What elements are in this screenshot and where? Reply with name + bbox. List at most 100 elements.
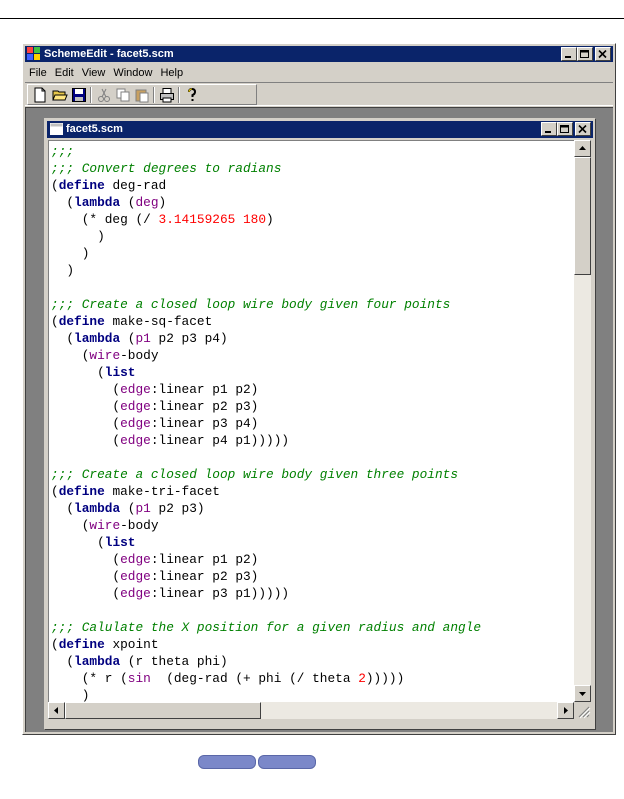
- code-token: ;;;: [51, 144, 75, 159]
- code-token: (: [51, 382, 121, 397]
- document-window-controls: [541, 122, 591, 136]
- code-line[interactable]: (define xpoint: [51, 636, 574, 653]
- code-line[interactable]: ;;; Convert degrees to radians: [51, 160, 574, 177]
- paste-icon[interactable]: [134, 87, 150, 103]
- horizontal-scroll-thumb[interactable]: [65, 702, 261, 719]
- code-token: define: [58, 637, 105, 652]
- doc-maximize-button[interactable]: [557, 122, 573, 136]
- code-token: :linear p1 p2): [150, 382, 259, 397]
- code-token: 2: [358, 671, 366, 686]
- code-line[interactable]: (edge:linear p4 p1))))): [51, 432, 574, 449]
- code-token: (: [51, 331, 75, 346]
- code-line[interactable]: ): [51, 687, 574, 702]
- code-editor[interactable]: ;;;;;; Convert degrees to radians (define…: [48, 140, 574, 702]
- code-line[interactable]: (list: [51, 534, 574, 551]
- code-line[interactable]: (edge:linear p1 p2): [51, 381, 574, 398]
- code-token: list: [104, 535, 136, 550]
- vertical-scrollbar[interactable]: [574, 140, 591, 702]
- scroll-down-button[interactable]: [574, 685, 591, 702]
- menu-help[interactable]: Help: [156, 64, 187, 80]
- code-line[interactable]: [51, 449, 574, 466]
- code-token: (: [51, 433, 121, 448]
- minimize-icon: [565, 56, 571, 58]
- code-line[interactable]: (define deg-rad: [51, 177, 574, 194]
- bottom-tab-2[interactable]: [258, 755, 316, 769]
- code-line[interactable]: (lambda (r theta phi): [51, 653, 574, 670]
- code-line[interactable]: ;;; Create a closed loop wire body given…: [51, 466, 574, 483]
- code-line[interactable]: (lambda (deg): [51, 194, 574, 211]
- code-token: (: [51, 586, 121, 601]
- code-text[interactable]: ;;;;;; Convert degrees to radians (define…: [49, 141, 574, 702]
- code-line[interactable]: (wire-body: [51, 347, 574, 364]
- code-line[interactable]: [51, 602, 574, 619]
- bottom-tab-1[interactable]: [198, 755, 256, 769]
- code-line[interactable]: ): [51, 228, 574, 245]
- toolbar: [25, 82, 613, 106]
- code-line[interactable]: (wire-body: [51, 517, 574, 534]
- arrow-left-icon: [54, 707, 58, 714]
- resize-grip[interactable]: [574, 702, 591, 719]
- code-token: (deg-rad (+ phi (/ theta: [150, 671, 359, 686]
- code-line[interactable]: ;;; Create a closed loop wire body given…: [51, 296, 574, 313]
- resize-grip-icon: [578, 706, 591, 719]
- scroll-up-button[interactable]: [574, 140, 591, 157]
- code-token: (: [120, 195, 136, 210]
- code-line[interactable]: (edge:linear p1 p2): [51, 551, 574, 568]
- code-line[interactable]: (define make-tri-facet: [51, 483, 574, 500]
- close-button[interactable]: [595, 47, 611, 61]
- document-window: facet5.scm ;;; ;;; Convert degrees to rad…: [44, 118, 596, 730]
- open-folder-icon[interactable]: [52, 87, 68, 103]
- cut-icon[interactable]: [96, 87, 112, 103]
- menu-window[interactable]: Window: [109, 64, 156, 80]
- close-icon: [598, 50, 607, 59]
- top-rule: [0, 18, 624, 19]
- document-titlebar[interactable]: facet5.scm: [47, 121, 593, 138]
- doc-close-button[interactable]: [575, 122, 591, 136]
- menu-file[interactable]: File: [25, 64, 51, 80]
- horizontal-scrollbar[interactable]: [48, 702, 574, 719]
- menu-view[interactable]: View: [78, 64, 110, 80]
- code-line[interactable]: ;;;: [51, 143, 574, 160]
- doc-minimize-button[interactable]: [541, 122, 557, 136]
- code-line[interactable]: (list: [51, 364, 574, 381]
- code-token: p2 p3 p4): [150, 331, 228, 346]
- vertical-scroll-thumb[interactable]: [574, 157, 591, 275]
- print-icon[interactable]: [159, 87, 175, 103]
- code-line[interactable]: (* r (sin (deg-rad (+ phi (/ theta 2))))…: [51, 670, 574, 687]
- code-line[interactable]: (edge:linear p2 p3): [51, 398, 574, 415]
- code-token: (: [51, 535, 105, 550]
- menu-edit[interactable]: Edit: [51, 64, 78, 80]
- code-token: ;;; Create a closed loop wire body given…: [51, 467, 459, 482]
- arrow-up-icon: [579, 146, 586, 150]
- code-line[interactable]: ): [51, 245, 574, 262]
- scroll-left-button[interactable]: [48, 702, 65, 719]
- code-token: xpoint: [104, 637, 159, 652]
- code-token: lambda: [74, 331, 121, 346]
- maximize-button[interactable]: [577, 47, 593, 61]
- code-line[interactable]: (* deg (/ 3.14159265 180): [51, 211, 574, 228]
- code-line[interactable]: (define make-sq-facet: [51, 313, 574, 330]
- scroll-right-button[interactable]: [557, 702, 574, 719]
- code-token: deg-rad: [104, 178, 167, 193]
- code-token: ): [158, 195, 167, 210]
- code-line[interactable]: ): [51, 262, 574, 279]
- code-line[interactable]: (edge:linear p3 p1))))): [51, 585, 574, 602]
- code-token: :linear p2 p3): [150, 399, 259, 414]
- code-token: edge: [120, 382, 151, 397]
- code-token: ): [51, 229, 105, 244]
- help-icon[interactable]: [184, 87, 200, 103]
- new-file-icon[interactable]: [32, 87, 48, 103]
- code-line[interactable]: (lambda (p1 p2 p3): [51, 500, 574, 517]
- code-line[interactable]: ;;; Calulate the X position for a given …: [51, 619, 574, 636]
- save-disk-icon[interactable]: [71, 87, 87, 103]
- code-line[interactable]: (edge:linear p3 p4): [51, 415, 574, 432]
- code-line[interactable]: (lambda (p1 p2 p3 p4): [51, 330, 574, 347]
- app-titlebar[interactable]: SchemeEdit - facet5.scm: [25, 46, 613, 62]
- copy-icon[interactable]: [115, 87, 131, 103]
- code-token: define: [58, 178, 105, 193]
- code-token: (: [51, 501, 75, 516]
- minimize-button[interactable]: [561, 47, 577, 61]
- code-line[interactable]: [51, 279, 574, 296]
- code-line[interactable]: (edge:linear p2 p3): [51, 568, 574, 585]
- code-token: define: [58, 484, 105, 499]
